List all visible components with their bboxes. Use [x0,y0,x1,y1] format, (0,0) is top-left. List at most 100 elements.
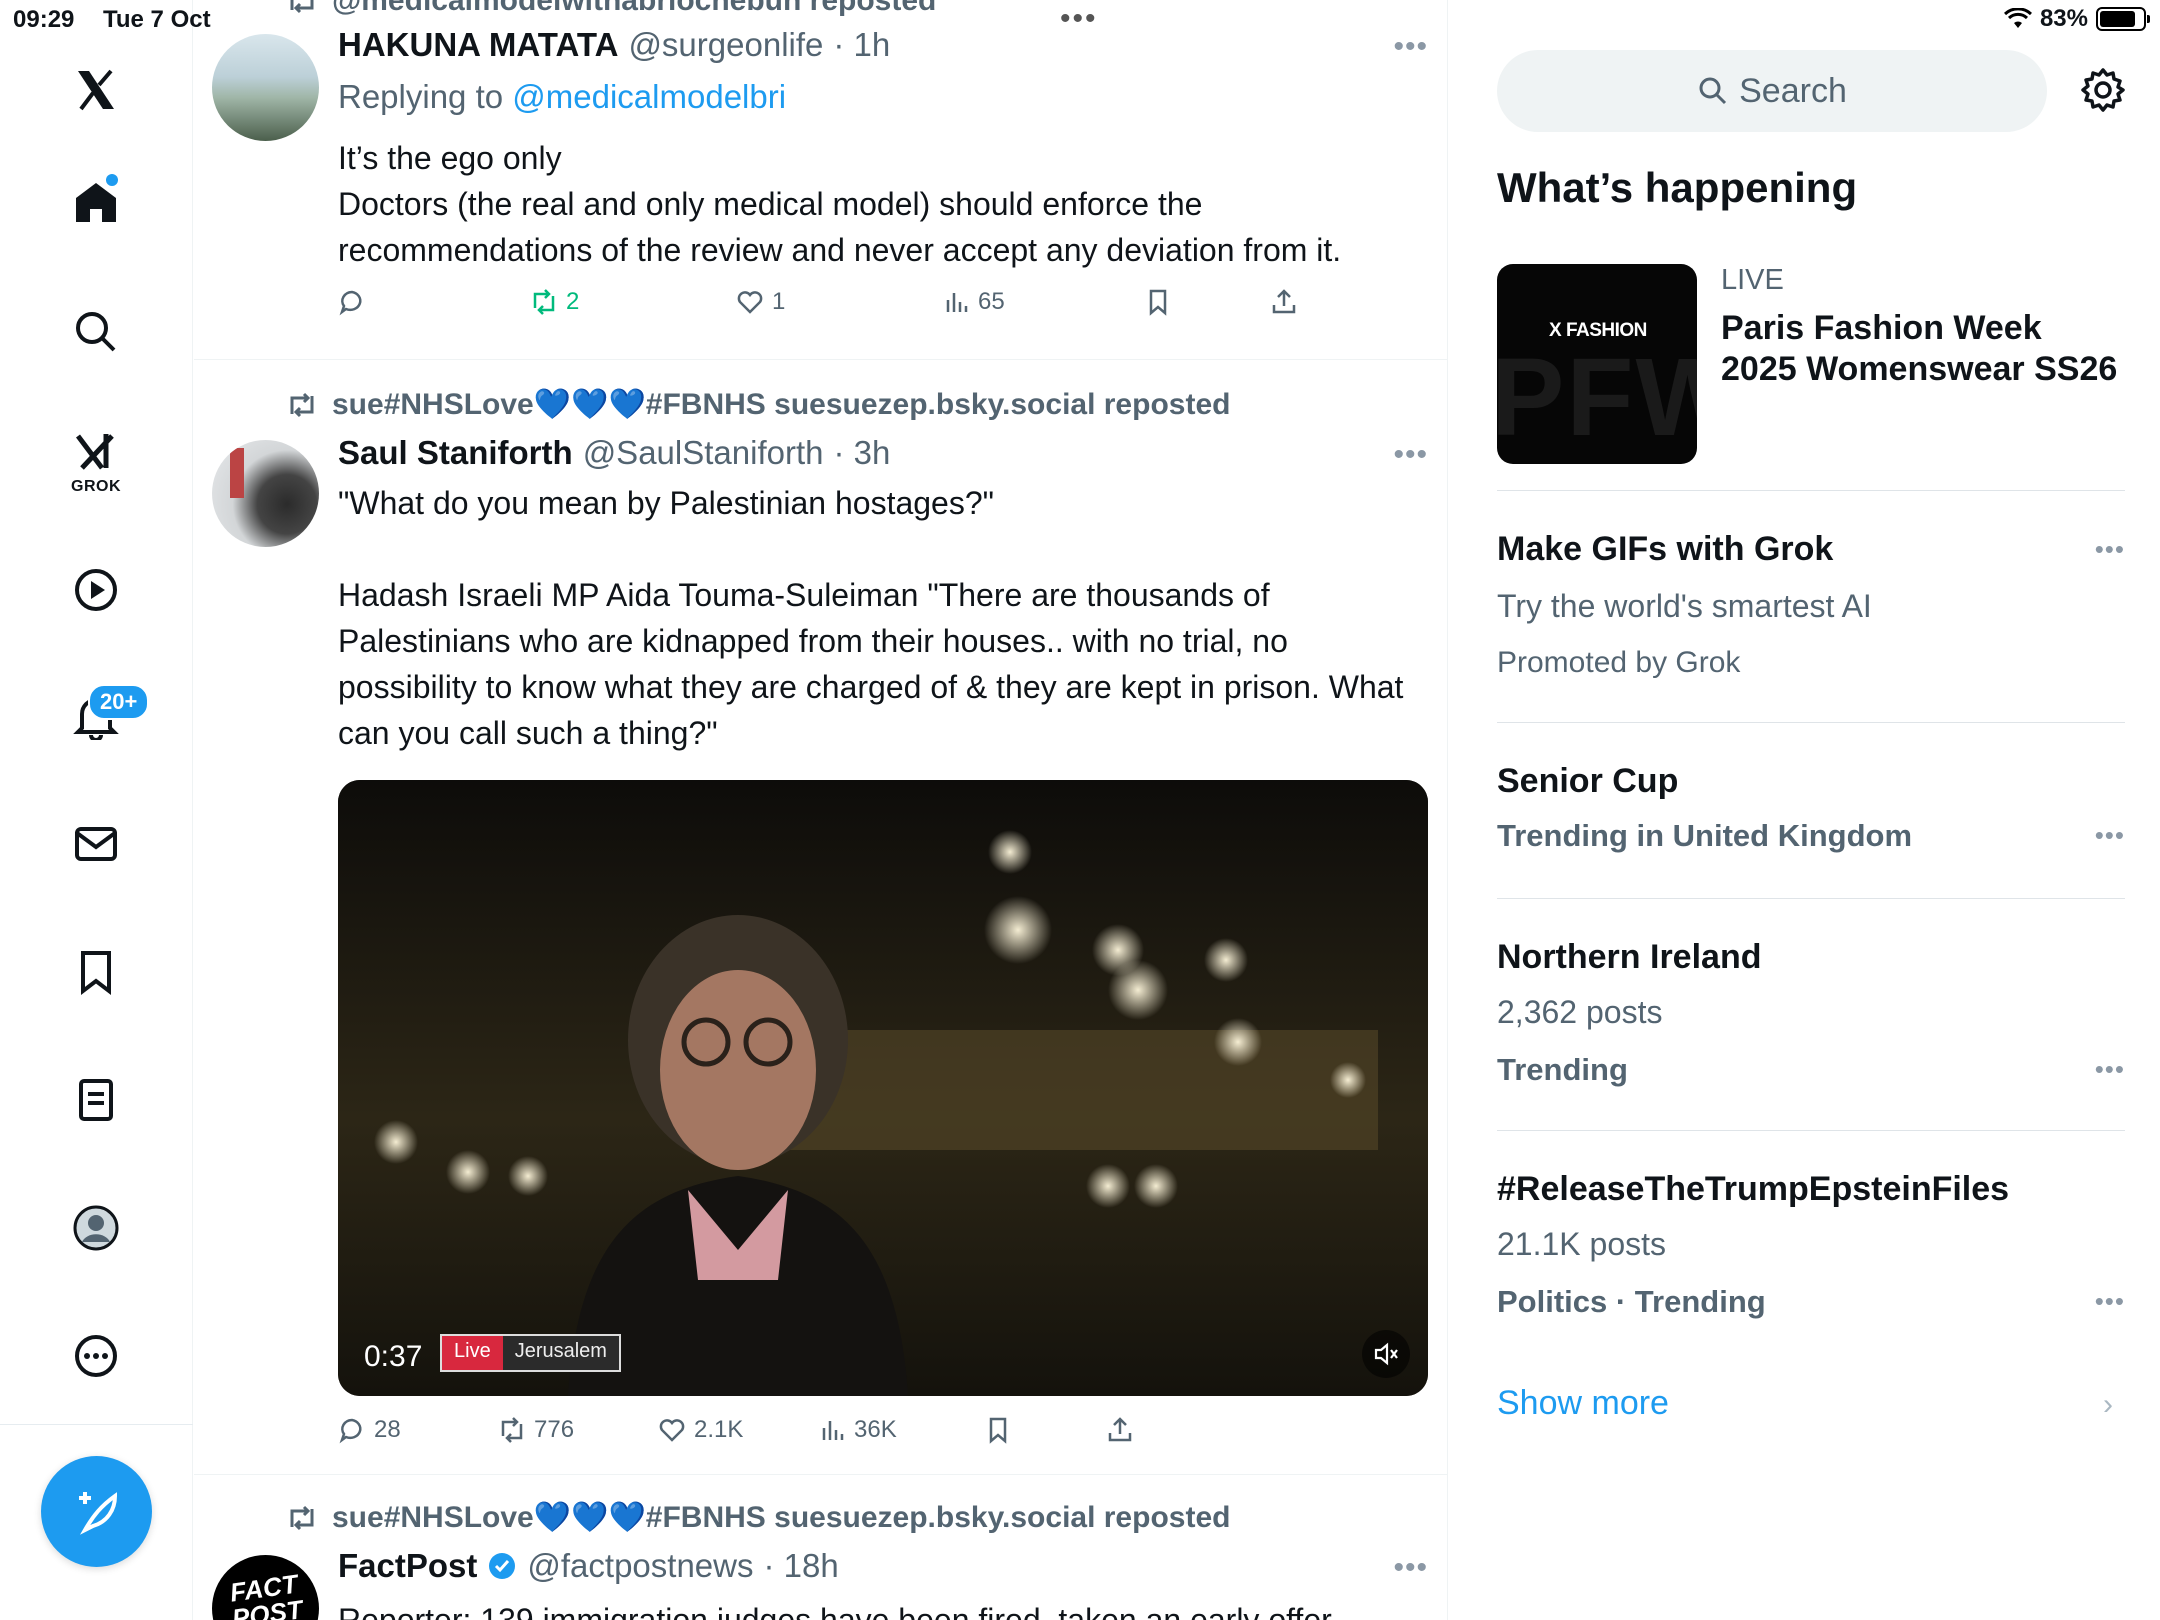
avatar[interactable]: FACT POST [212,1555,319,1620]
post-time[interactable]: · 18h [763,1547,838,1585]
status-date: Tue 7 Oct [103,6,211,33]
like-count: 2.1K [694,1416,744,1443]
status-bar: 09:29 Tue 7 Oct ••• 83% [0,0,2160,40]
trend-more-button[interactable]: ••• [2095,534,2125,565]
post-actions: 2 1 65 [338,288,1338,324]
post-hakuna-matata[interactable]: @medicalmodelwithabriochebun reposted HA… [194,0,1447,360]
like-button[interactable]: 1 [736,288,785,316]
avatar[interactable] [212,440,319,547]
repost-context-text: sue#NHSLove💙💙💙#FBNHS suesuezep.bsky.soci… [332,388,1231,421]
x-logo-icon[interactable] [66,60,126,120]
wifi-icon [2003,8,2032,28]
author-name[interactable]: Saul Staniforth [338,434,573,472]
bookmark-icon [1149,289,1167,316]
battery-icon [2096,7,2150,31]
search-input[interactable]: Search [1497,50,2047,132]
author-handle[interactable]: @SaulStaniforth [583,434,824,472]
avatar[interactable] [212,34,319,141]
live-label: Live [442,1336,503,1370]
share-button[interactable] [1270,288,1298,316]
live-event-card[interactable]: PFW X FASHION LIVE Paris Fashion Week 20… [1497,264,2125,464]
trend-more-button[interactable]: ••• [2095,1054,2125,1085]
heart-icon [659,1419,685,1442]
replying-to: Replying to @medicalmodelbri [338,78,786,116]
compose-post-button[interactable] [41,1456,152,1567]
post-time[interactable]: · 3h [833,434,890,472]
reply-button[interactable] [338,288,374,316]
views-button[interactable]: 65 [942,288,1005,316]
trend-more-button[interactable]: ••• [2095,820,2125,851]
post-text: Reporter: 139 immigration judges have be… [338,1602,1332,1620]
more-icon[interactable] [66,1326,126,1386]
lists-icon[interactable] [66,1070,126,1130]
heart-icon [737,291,763,314]
trend-more-button[interactable]: ••• [2095,1286,2125,1317]
author-handle[interactable]: @factpostnews [527,1547,753,1585]
replying-to-handle[interactable]: @medicalmodelbri [512,78,786,115]
view-count: 65 [978,288,1005,315]
repost-icon [290,1505,314,1530]
share-icon [1108,1417,1132,1442]
video-frame [338,780,1428,1396]
trend-meta: Politics · Trending [1497,1284,1766,1319]
repost-context: sue#NHSLove💙💙💙#FBNHS suesuezep.bsky.soci… [286,1500,1230,1535]
speaker-muted-icon [1374,1342,1398,1366]
mute-button[interactable] [1362,1330,1410,1378]
profile-icon[interactable] [66,1198,126,1258]
video-duration: 0:37 [364,1340,423,1373]
like-button[interactable]: 2.1K [658,1416,743,1444]
post-factpost[interactable]: sue#NHSLove💙💙💙#FBNHS suesuezep.bsky.soci… [194,1475,1447,1620]
video-live-caption: Live Jerusalem [440,1334,621,1372]
views-button[interactable]: 36K [818,1416,897,1444]
post-text: "What do you mean by Palestinian hostage… [338,485,1404,751]
post-more-button[interactable]: ••• [1393,1551,1428,1585]
live-event-title: Paris Fashion Week 2025 Womenswear SS26 [1721,309,2118,388]
bookmarks-icon[interactable] [66,942,126,1002]
trend-item-grok-promo[interactable]: Make GIFs with Grok Try the world's smar… [1497,530,2125,690]
trend-item-northern-ireland[interactable]: Northern Ireland 2,362 posts Trending ••… [1497,938,2125,1098]
sidebar-divider [1497,898,2125,899]
repost-button[interactable]: 776 [498,1416,574,1444]
trend-post-count: 2,362 posts [1497,994,1663,1030]
post-more-button[interactable]: ••• [1393,438,1428,472]
trend-post-count: 21.1K posts [1497,1226,1666,1262]
multitasking-dots[interactable]: ••• [1060,2,1098,36]
search-placeholder: Search [1739,71,1847,110]
grok-icon[interactable] [66,422,126,482]
live-tag: LIVE [1721,264,1784,296]
timeline-feed: @medicalmodelwithabriochebun reposted HA… [194,0,1448,1620]
reply-button[interactable]: 28 [338,1416,401,1444]
repost-count: 776 [534,1416,575,1443]
whats-happening-title: What’s happening [1497,164,1858,211]
author-name[interactable]: FactPost [338,1547,477,1585]
live-event-thumbnail: PFW X FASHION [1497,264,1697,464]
video-player[interactable]: 0:37 Live Jerusalem [338,780,1428,1396]
home-unread-dot [106,174,118,186]
bookmark-button[interactable] [1144,288,1172,316]
notifications-badge: 20+ [88,684,150,720]
repost-icon [290,392,314,417]
views-icon [822,1421,844,1440]
replying-to-label: Replying to [338,78,504,115]
trend-item-epstein-files[interactable]: #ReleaseTheTrumpEpsteinFiles 21.1K posts… [1497,1170,2125,1330]
gear-icon[interactable] [2079,66,2127,114]
messages-icon[interactable] [66,814,126,874]
post-header: FactPost @factpostnews · 18h [338,1547,839,1585]
sidebar-divider [1497,490,2125,491]
grok-label: GROK [71,478,121,495]
show-more-link[interactable]: Show more [1497,1384,1669,1423]
trend-item-senior-cup[interactable]: Senior Cup Trending in United Kingdom ••… [1497,762,2125,862]
sidebar-divider [1497,722,2125,723]
repost-button[interactable]: 2 [530,288,579,316]
video-icon[interactable] [66,560,126,620]
bookmark-button[interactable] [984,1416,1012,1444]
repost-icon [533,289,555,315]
repost-count: 2 [566,288,580,315]
views-icon [946,293,968,312]
post-saul-staniforth[interactable]: sue#NHSLove💙💙💙#FBNHS suesuezep.bsky.soci… [194,360,1447,1474]
search-icon[interactable] [66,302,126,362]
status-time: 09:29 [13,6,75,33]
share-button[interactable] [1106,1416,1134,1444]
repost-context: sue#NHSLove💙💙💙#FBNHS suesuezep.bsky.soci… [286,387,1230,422]
verified-badge-icon [489,1553,516,1579]
